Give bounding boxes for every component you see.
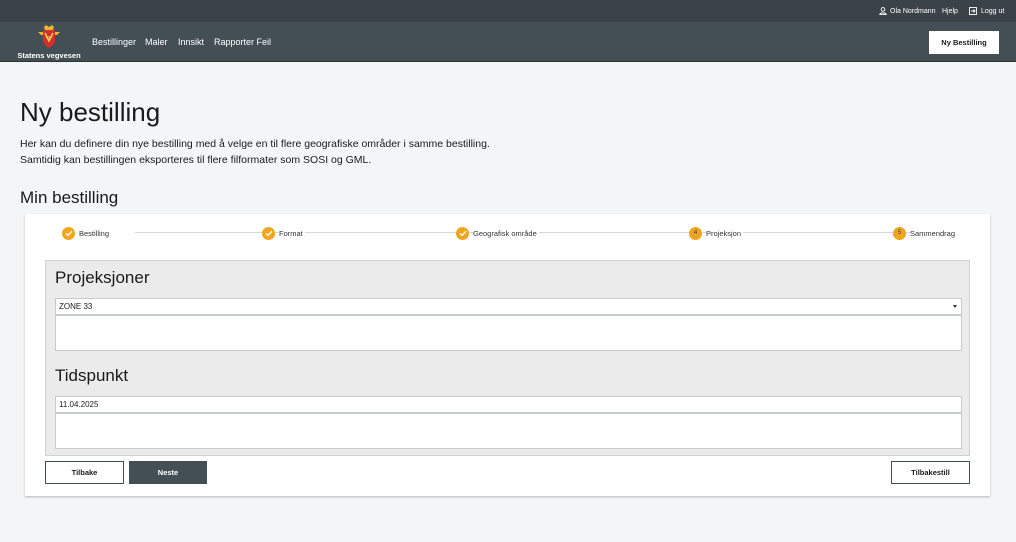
nav-maler[interactable]: Maler — [145, 37, 168, 47]
check-icon — [456, 226, 469, 240]
logout-icon — [969, 7, 977, 15]
order-card: Bestilling Format Geografisk område 4 Pr… — [25, 214, 990, 496]
help-label: Hjelp — [942, 7, 958, 15]
form-panel: Projeksjoner ZONE 33 Tidspunkt 11.04.202… — [45, 260, 970, 456]
projection-value: ZONE 33 — [59, 302, 93, 311]
next-button[interactable]: Neste — [129, 461, 207, 484]
step-sammendrag[interactable]: 5 Sammendrag — [893, 226, 958, 240]
user-name: Ola Nordmann — [890, 7, 936, 15]
step-connector — [741, 232, 913, 233]
main-navbar: Statens vegvesen Bestillinger Maler Inns… — [0, 22, 1016, 62]
page-title: Ny bestilling — [20, 97, 161, 127]
check-icon — [262, 226, 275, 240]
step-format[interactable]: Format — [262, 226, 305, 240]
nav-rapporter-feil[interactable]: Rapporter Feil — [214, 37, 271, 47]
brand-name: Statens vegvesen — [17, 51, 81, 60]
projection-select[interactable]: ZONE 33 — [55, 298, 962, 315]
projection-heading: Projeksjoner — [55, 268, 150, 287]
step-geografisk-omrade[interactable]: Geografisk område — [456, 226, 539, 240]
help-link[interactable]: Hjelp — [942, 0, 958, 22]
projection-list[interactable] — [55, 315, 962, 351]
utility-bar: Ola Nordmann Hjelp Logg ut — [0, 0, 1016, 22]
step-connector — [535, 232, 709, 233]
step-number: 4 — [689, 226, 702, 240]
step-projeksjon[interactable]: 4 Projeksjon — [689, 226, 744, 240]
intro-line-2: Samtidig kan bestillingen eksporteres ti… — [20, 154, 372, 166]
step-number: 5 — [893, 226, 906, 240]
coat-of-arms-icon — [38, 25, 60, 48]
page-intro: Her kan du definere din nye bestilling m… — [20, 136, 490, 168]
brand-logo[interactable]: Statens vegvesen — [14, 25, 84, 60]
intro-line-1: Her kan du definere din nye bestilling m… — [20, 138, 490, 150]
nav-innsikt[interactable]: Innsikt — [178, 37, 204, 47]
check-icon — [62, 226, 75, 240]
logout-link[interactable]: Logg ut — [969, 0, 1004, 22]
caret-down-icon — [953, 305, 957, 308]
date-value: 11.04.2025 — [59, 400, 99, 409]
step-bestilling[interactable]: Bestilling — [62, 226, 112, 240]
nav-bestillinger[interactable]: Bestillinger — [92, 37, 136, 47]
step-label: Geografisk område — [473, 228, 539, 238]
logout-label: Logg ut — [981, 7, 1005, 15]
date-input[interactable]: 11.04.2025 — [55, 396, 962, 413]
new-order-button[interactable]: Ny Bestilling — [929, 31, 999, 54]
reset-button[interactable]: Tilbakestill — [891, 461, 970, 484]
time-details[interactable] — [55, 413, 962, 449]
time-heading: Tidspunkt — [55, 366, 129, 385]
user-menu[interactable]: Ola Nordmann — [879, 0, 936, 22]
step-label: Bestilling — [79, 228, 112, 238]
user-icon — [879, 7, 887, 15]
step-label: Sammendrag — [910, 228, 958, 238]
step-connector — [303, 232, 481, 233]
step-label: Format — [279, 228, 305, 238]
step-label: Projeksjon — [706, 228, 744, 238]
section-title: Min bestilling — [20, 188, 119, 207]
back-button[interactable]: Tilbake — [45, 461, 124, 484]
